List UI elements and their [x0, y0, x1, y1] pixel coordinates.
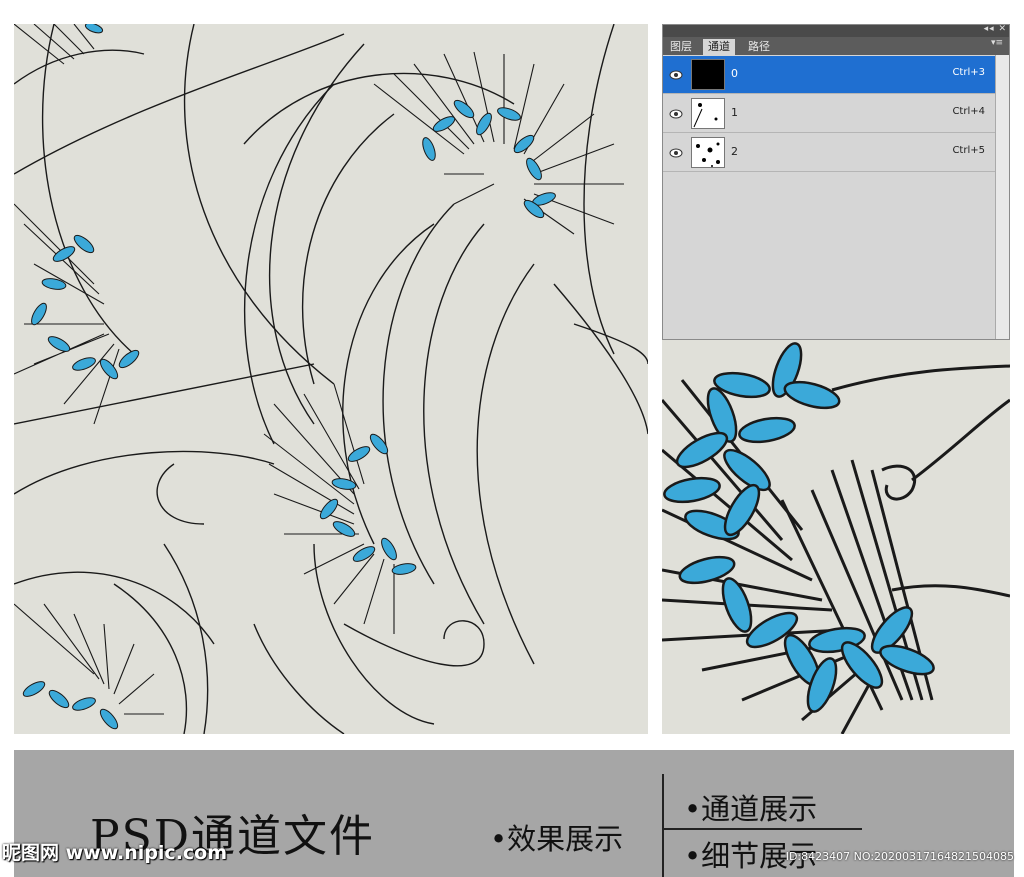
panel-scrollbar[interactable]: [995, 55, 1009, 339]
channel-name: 0: [731, 67, 738, 80]
floral-pattern-image: [14, 24, 648, 734]
channels-panel: ◂◂ ✕ 图层 通道 路径 ▾≡ 0 Ctrl+3 1 Ctrl+4 2 Ctr…: [662, 24, 1010, 340]
channel-thumbnail: [691, 59, 725, 90]
eye-icon[interactable]: [669, 147, 683, 159]
panel-tab-bar: 图层 通道 路径: [663, 37, 1009, 55]
panel-menu-icon[interactable]: ▾≡: [991, 38, 1003, 48]
channel-row-0[interactable]: 0 Ctrl+3: [663, 56, 995, 94]
tab-channels[interactable]: 通道: [703, 39, 735, 55]
eye-icon[interactable]: [669, 108, 683, 120]
pattern-effect-preview: [14, 24, 648, 734]
site-logo-watermark: 昵图网 www.nipic.com: [2, 842, 228, 864]
channel-thumbnail: [691, 137, 725, 168]
tab-layers[interactable]: 图层: [665, 39, 697, 55]
divider: [662, 828, 862, 830]
channel-row-2[interactable]: 2 Ctrl+5: [663, 134, 995, 172]
channel-label: •通道展示: [684, 792, 818, 826]
pattern-detail-preview: [662, 340, 1010, 734]
channel-row-1[interactable]: 1 Ctrl+4: [663, 95, 995, 133]
eye-icon[interactable]: [669, 69, 683, 81]
divider: [662, 774, 664, 877]
panel-collapse-close-icon[interactable]: ◂◂ ✕: [984, 25, 1007, 34]
channel-mask-image: [696, 142, 720, 167]
channel-thumbnail: [691, 98, 725, 129]
channel-name: 2: [731, 145, 738, 158]
image-id-text: ID:8423407 NO:20200317164821504085: [785, 850, 1014, 863]
channel-shortcut: Ctrl+5: [952, 145, 985, 156]
channel-name: 1: [731, 106, 738, 119]
channel-shortcut: Ctrl+4: [952, 106, 985, 117]
tab-paths[interactable]: 路径: [743, 39, 775, 55]
effect-label: •效果展示: [490, 822, 624, 856]
channel-mask-image: [693, 103, 718, 128]
channel-shortcut: Ctrl+3: [952, 67, 985, 78]
canvas: ◂◂ ✕ 图层 通道 路径 ▾≡ 0 Ctrl+3 1 Ctrl+4 2 Ctr…: [0, 0, 1024, 877]
floral-detail-image: [662, 342, 1010, 734]
panel-titlebar: ◂◂ ✕: [663, 25, 1009, 37]
